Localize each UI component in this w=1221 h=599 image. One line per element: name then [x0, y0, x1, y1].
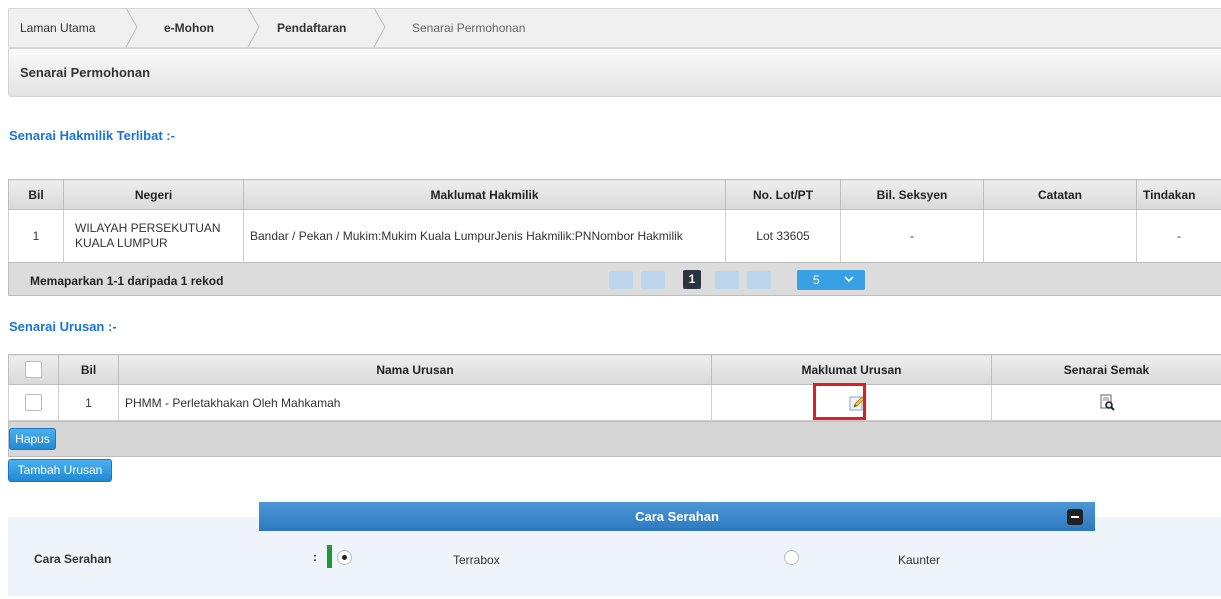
cell-no-lot: Lot 33605 — [725, 209, 841, 263]
select-all-checkbox[interactable] — [25, 361, 42, 378]
chevron-right-icon — [247, 8, 260, 48]
cell-catatan — [983, 209, 1137, 263]
breadcrumb-pendaftaran[interactable]: Pendaftaran — [277, 9, 346, 47]
cara-serahan-header: Cara Serahan — [259, 502, 1095, 531]
col-tindakan[interactable]: Tindakan — [1136, 179, 1221, 210]
col-no-lot[interactable]: No. Lot/PT — [725, 179, 841, 210]
col-bil[interactable]: Bil — [58, 354, 119, 385]
cell-bil-seksyen: - — [840, 209, 984, 263]
breadcrumb: Laman Utama e-Mohon Pendaftaran Senarai … — [8, 8, 1221, 48]
page-title-bar: Senarai Permohonan — [8, 48, 1221, 97]
row-select-cell — [8, 384, 59, 421]
col-negeri[interactable]: Negeri — [63, 179, 244, 210]
urusan-header-row: Bil Nama Urusan Maklumat Urusan Senarai … — [8, 354, 1221, 385]
cara-serahan-title: Cara Serahan — [635, 509, 719, 524]
radio-kaunter[interactable] — [784, 550, 799, 565]
current-page-button[interactable]: 1 — [683, 270, 701, 289]
cell-tindakan: - — [1136, 209, 1221, 263]
document-search-icon[interactable] — [1099, 394, 1115, 411]
cell-nama-urusan: PHMM - Perletakhakan Oleh Mahkamah — [118, 384, 712, 421]
cell-bil: 1 — [8, 209, 64, 263]
cell-negeri: WILAYAH PERSEKUTUAN KUALA LUMPUR — [63, 209, 244, 263]
hakmilik-pager: Memaparkan 1-1 daripada 1 rekod 1 5 — [8, 262, 1221, 296]
chevron-right-icon — [373, 8, 386, 48]
breadcrumb-e-mohon[interactable]: e-Mohon — [164, 9, 214, 47]
collapse-icon[interactable] — [1067, 509, 1083, 525]
hakmilik-heading: Senarai Hakmilik Terlibat :- — [9, 128, 175, 143]
select-all-cell — [8, 354, 59, 385]
table-row: 1 PHMM - Perletakhakan Oleh Mahkamah — [8, 384, 1221, 421]
col-bil[interactable]: Bil — [8, 179, 64, 210]
urusan-heading: Senarai Urusan :- — [9, 319, 117, 334]
chevron-down-icon — [844, 276, 854, 283]
chevron-right-icon — [125, 8, 138, 48]
table-row: 1 WILAYAH PERSEKUTUAN KUALA LUMPUR Banda… — [8, 209, 1221, 263]
col-catatan[interactable]: Catatan — [983, 179, 1137, 210]
page-size-select[interactable]: 5 — [797, 270, 865, 290]
breadcrumb-laman-utama[interactable]: Laman Utama — [20, 9, 95, 47]
highlight-box — [813, 383, 866, 420]
required-marker — [327, 545, 332, 568]
cara-serahan-label: Cara Serahan — [34, 552, 112, 566]
col-bil-seksyen[interactable]: Bil. Seksyen — [840, 179, 984, 210]
radio-terrabox[interactable] — [337, 550, 352, 565]
hapus-button[interactable]: Hapus — [9, 428, 56, 450]
pager-info: Memaparkan 1-1 daripada 1 rekod — [30, 274, 224, 288]
hakmilik-table: Bil Negeri Maklumat Hakmilik No. Lot/PT … — [8, 179, 1221, 263]
col-maklumat-urusan[interactable]: Maklumat Urusan — [711, 354, 992, 385]
col-senarai-semak[interactable]: Senarai Semak — [991, 354, 1221, 385]
terrabox-label: Terrabox — [453, 553, 500, 567]
last-page-button[interactable] — [747, 271, 771, 289]
col-nama-urusan[interactable]: Nama Urusan — [118, 354, 712, 385]
prev-page-button[interactable] — [641, 271, 665, 289]
cell-bil: 1 — [58, 384, 119, 421]
row-checkbox[interactable] — [25, 394, 42, 411]
kaunter-label: Kaunter — [898, 553, 941, 567]
col-maklumat-hakmilik[interactable]: Maklumat Hakmilik — [243, 179, 726, 210]
hakmilik-header-row: Bil Negeri Maklumat Hakmilik No. Lot/PT … — [8, 179, 1221, 210]
next-page-button[interactable] — [715, 271, 739, 289]
first-page-button[interactable] — [609, 271, 633, 289]
breadcrumb-senarai-permohonan: Senarai Permohonan — [412, 21, 526, 35]
cell-senarai-semak — [991, 384, 1221, 421]
cell-maklumat-hakmilik: Bandar / Pekan / Mukim:Mukim Kuala Lumpu… — [243, 209, 726, 263]
page-title: Senarai Permohonan — [20, 65, 151, 80]
urusan-table: Bil Nama Urusan Maklumat Urusan Senarai … — [8, 354, 1221, 421]
urusan-action-bar: Hapus — [8, 421, 1221, 457]
tambah-urusan-button[interactable]: Tambah Urusan — [8, 459, 112, 482]
colon-separator: : — [313, 550, 317, 564]
page-size-value: 5 — [813, 273, 820, 287]
